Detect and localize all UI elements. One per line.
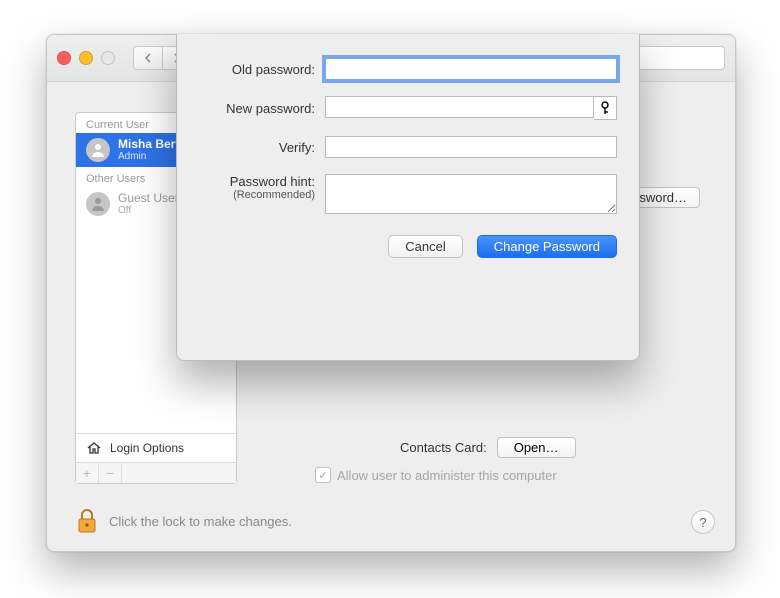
- add-remove-spacer: [122, 463, 236, 483]
- person-icon: [90, 142, 106, 158]
- cancel-button[interactable]: Cancel: [388, 235, 462, 258]
- remove-user-button[interactable]: −: [99, 463, 122, 483]
- avatar: [86, 138, 110, 162]
- login-options[interactable]: Login Options: [76, 433, 236, 462]
- login-options-label: Login Options: [110, 441, 184, 455]
- old-password-input[interactable]: [325, 58, 617, 80]
- new-password-label: New password:: [199, 101, 325, 116]
- person-icon: [90, 196, 106, 212]
- open-contacts-button[interactable]: Open…: [497, 437, 576, 458]
- back-button[interactable]: [133, 46, 163, 70]
- close-window-button[interactable]: [57, 51, 71, 65]
- old-password-label: Old password:: [199, 62, 325, 77]
- admin-checkbox: ✓: [315, 467, 331, 483]
- password-assistant-button[interactable]: [594, 96, 617, 120]
- zoom-window-button[interactable]: [101, 51, 115, 65]
- user-role: Off: [118, 205, 179, 216]
- traffic-lights: [57, 51, 115, 65]
- house-icon: [86, 440, 102, 456]
- help-button[interactable]: ?: [691, 510, 715, 534]
- lock-icon[interactable]: [75, 508, 99, 534]
- user-name: Guest User: [118, 192, 179, 205]
- verify-password-input[interactable]: [325, 136, 617, 158]
- minimize-window-button[interactable]: [79, 51, 93, 65]
- contacts-card-label: Contacts Card:: [400, 440, 487, 455]
- new-password-input[interactable]: [325, 96, 594, 118]
- add-remove-bar: + −: [76, 462, 236, 483]
- chevron-left-icon: [144, 53, 152, 63]
- admin-checkbox-label: Allow user to administer this computer: [337, 468, 557, 483]
- password-hint-input[interactable]: [325, 174, 617, 214]
- key-icon: [600, 101, 610, 115]
- password-hint-label: Password hint: (Recommended): [199, 174, 325, 201]
- add-user-button[interactable]: +: [76, 463, 99, 483]
- avatar: [86, 192, 110, 216]
- change-password-sheet: Old password: New password: Verify: Pass…: [176, 34, 640, 361]
- lock-text: Click the lock to make changes.: [109, 514, 292, 529]
- confirm-change-password-button[interactable]: Change Password: [477, 235, 617, 258]
- verify-password-label: Verify:: [199, 140, 325, 155]
